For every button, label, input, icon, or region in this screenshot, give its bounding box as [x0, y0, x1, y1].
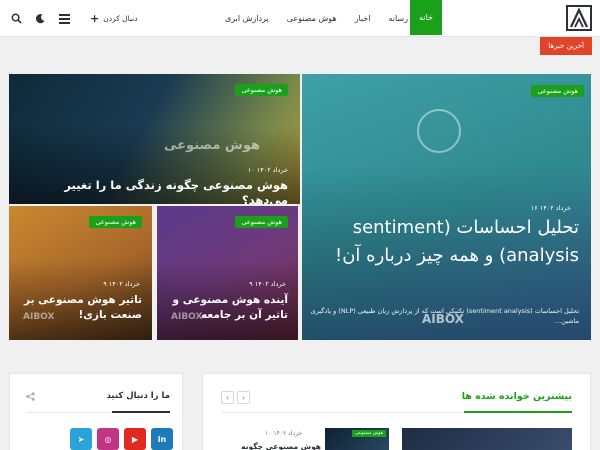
post-tile-bottom-left[interactable]: هوش مصنوعی ۹ خرداد ۱۴۰۲ تاثیر هوش مصنوعی… [9, 206, 152, 340]
share-icon[interactable] [26, 392, 35, 403]
post-excerpt: تحلیل احساسات (sentiment analysis) تکنیک… [310, 307, 579, 325]
follow-button[interactable]: + دنبال کردن [90, 12, 138, 25]
post-tile-bottom-middle[interactable]: هوش مصنوعی ۹ خرداد ۱۴۰۲ آینده هوش مصنوعی… [157, 206, 298, 340]
moon-icon[interactable] [34, 13, 46, 25]
post-tile-top[interactable]: هوش مصنوعی هوش مصنوعی ۱۰ خرداد ۱۴۰۲ هوش … [9, 74, 300, 204]
plus-icon: + [90, 12, 100, 25]
nav-media[interactable]: رسانه [379, 0, 417, 37]
popular-posts-widget: بیشترین خوانده شده ها ‹ › هوش مصنوعی ۱۰ … [202, 373, 591, 450]
prev-arrow-button[interactable]: ‹ [221, 391, 234, 404]
post-date: ۹ خرداد ۱۴۰۲ [103, 280, 140, 288]
post-title[interactable]: هوش مصنوعی چگونه زندگی ما را تغییر می‌ده… [18, 178, 288, 204]
category-badge[interactable]: هوش مصنوعی [235, 216, 288, 228]
thumbnail-label: هوش مصنوعی [351, 430, 386, 437]
hero-grid: هوش مصنوعی ۱۶ خرداد ۱۴۰۲ تحلیل احساسات (… [9, 74, 591, 340]
category-badge[interactable]: هوش مصنوعی [235, 84, 288, 96]
site-logo[interactable] [566, 5, 592, 31]
nav-ai[interactable]: هوش مصنوعی [278, 0, 346, 37]
post-title[interactable]: تاثیر هوش مصنوعی بر صنعت بازی! [17, 293, 142, 323]
post-date: ۹ خرداد ۱۴۰۲ [249, 280, 286, 288]
post-date: ۱۰ خرداد ۱۴۰۲ [265, 430, 303, 437]
follow-widget: ما را دنبال کنید ➤ ◎ ▶ in [9, 373, 183, 450]
divider-accent [464, 411, 572, 413]
youtube-icon[interactable]: ▶ [124, 428, 146, 450]
follow-label: دنبال کردن [103, 14, 138, 23]
image-caption-text: هوش مصنوعی [164, 138, 260, 153]
featured-post[interactable]: هوش مصنوعی ۱۶ خرداد ۱۴۰۲ تحلیل احساسات (… [302, 74, 591, 340]
post-thumbnail-large[interactable] [402, 428, 572, 450]
nav-news[interactable]: اخبار [346, 0, 380, 37]
nav-cloud[interactable]: پردازش ابری [216, 0, 278, 37]
next-arrow-button[interactable]: › [237, 391, 250, 404]
post-title[interactable]: تحلیل احساسات (sentiment analysis) و همه… [309, 214, 579, 270]
header-tools: + دنبال کردن [10, 0, 138, 37]
category-badge[interactable]: هوش مصنوعی [531, 85, 584, 97]
site-header: خانه رسانه اخبار هوش مصنوعی پردازش ابری … [0, 0, 600, 37]
divider-accent [112, 411, 170, 413]
search-icon[interactable] [10, 13, 22, 25]
post-date: ۱۶ خرداد ۱۴۰۲ [530, 204, 571, 212]
slider-arrows: ‹ › [221, 391, 250, 404]
social-links: ➤ ◎ ▶ in [70, 428, 173, 450]
telegram-icon[interactable]: ➤ [70, 428, 92, 450]
menu-icon[interactable] [58, 13, 70, 25]
instagram-icon[interactable]: ◎ [97, 428, 119, 450]
post-title[interactable]: آینده هوش مصنوعی و تاثیر آن بر جامعه [163, 293, 288, 323]
post-date: ۱۰ خرداد ۱۴۰۲ [247, 166, 288, 174]
widget-title: ما را دنبال کنید [106, 391, 170, 401]
linkedin-icon[interactable]: in [151, 428, 173, 450]
breaking-news-badge[interactable]: آخرین خبرها [540, 37, 592, 55]
widget-title: بیشترین خوانده شده ها [461, 391, 572, 402]
category-badge[interactable]: هوش مصنوعی [89, 216, 142, 228]
main-nav-links: رسانه اخبار هوش مصنوعی پردازش ابری [216, 0, 417, 37]
post-title[interactable]: هوش مصنوعی چگونه [239, 442, 321, 450]
smiley-graphic [417, 109, 461, 153]
post-thumbnail-small[interactable]: هوش مصنوعی [325, 428, 389, 450]
